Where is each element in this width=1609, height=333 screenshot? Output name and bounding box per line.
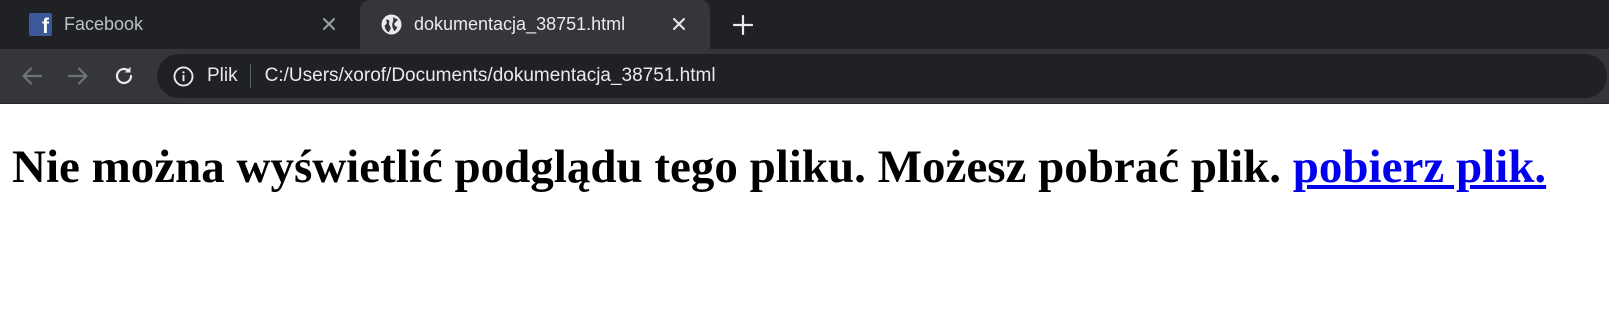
tab-facebook[interactable]: f Facebook xyxy=(0,0,360,49)
new-tab-button[interactable] xyxy=(731,0,755,49)
info-icon[interactable] xyxy=(173,66,194,87)
preview-unavailable-heading: Nie można wyświetlić podglądu tego pliku… xyxy=(12,139,1597,195)
facebook-icon: f xyxy=(29,13,52,38)
reload-icon xyxy=(115,66,133,85)
url-text[interactable]: C:/Users/xorof/Documents/dokumentacja_38… xyxy=(265,65,716,87)
address-bar[interactable]: Plik C:/Users/xorof/Documents/dokumentac… xyxy=(157,54,1607,98)
plus-icon xyxy=(733,14,753,35)
reload-button[interactable] xyxy=(101,53,147,99)
browser-toolbar: Plik C:/Users/xorof/Documents/dokumentac… xyxy=(0,49,1609,104)
omnibox-divider xyxy=(249,64,251,88)
back-arrow-icon xyxy=(22,67,43,85)
close-tab-icon[interactable] xyxy=(318,13,340,35)
forward-button[interactable] xyxy=(55,53,101,99)
forward-arrow-icon xyxy=(67,67,88,85)
globe-icon xyxy=(381,14,402,35)
tab-dokumentacja[interactable]: dokumentacja_38751.html xyxy=(360,0,710,49)
tab-label: Facebook xyxy=(64,14,144,34)
back-button[interactable] xyxy=(9,53,55,99)
download-file-link[interactable]: pobierz plik. xyxy=(1293,141,1546,193)
tab-strip: f Facebook dokumentacja_38751.html xyxy=(0,0,1609,49)
security-chip-label[interactable]: Plik xyxy=(207,65,238,87)
page-content: Nie można wyświetlić podglądu tego pliku… xyxy=(0,139,1609,195)
close-tab-icon[interactable] xyxy=(668,13,690,35)
tab-label: dokumentacja_38751.html xyxy=(414,14,626,34)
preview-unavailable-message: Nie można wyświetlić podglądu tego pliku… xyxy=(12,141,1282,193)
